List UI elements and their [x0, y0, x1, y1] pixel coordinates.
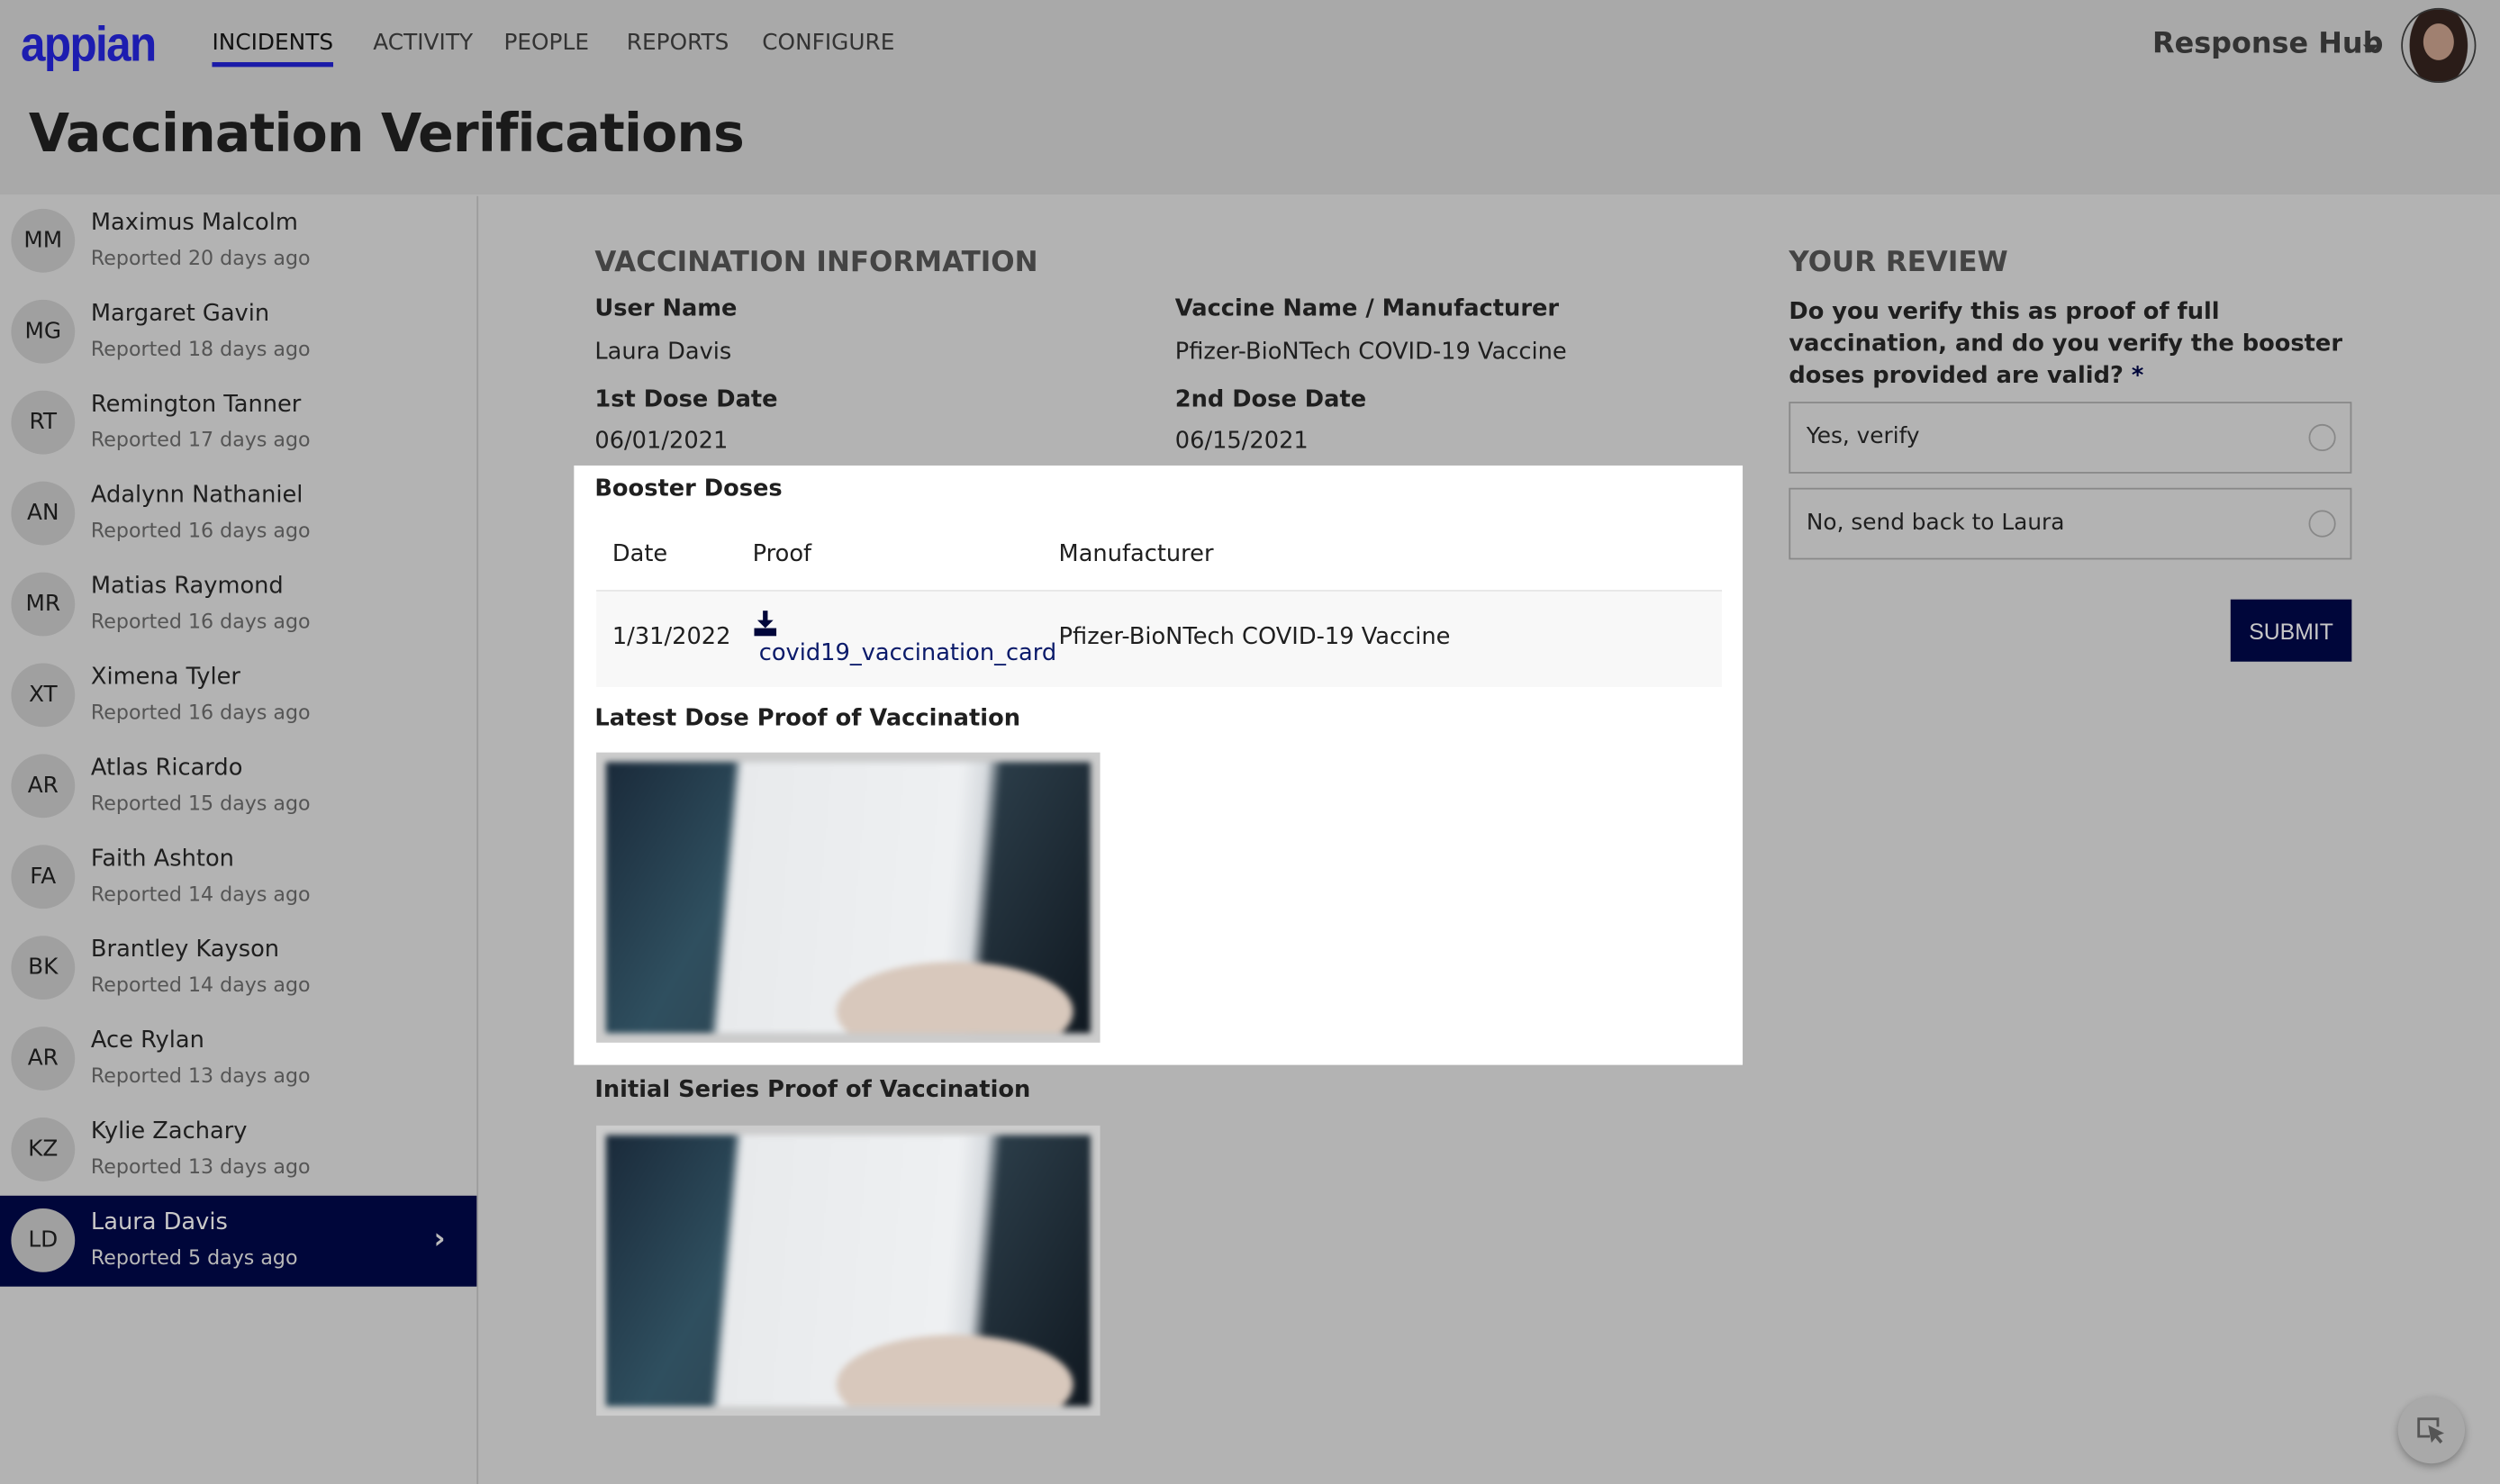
vaccine-value: Pfizer-BioNTech COVID-19 Vaccine: [1174, 339, 1567, 366]
section-title-vaccination-info: VACCINATION INFORMATION: [594, 247, 1038, 279]
initials-avatar: FA: [11, 845, 76, 909]
sidebar-item[interactable]: MG Margaret Gavin Reported 18 days ago: [0, 287, 476, 378]
chevron-right-icon: ›: [433, 1222, 446, 1257]
person-name: Atlas Ricardo: [90, 756, 243, 782]
reported-time: Reported 20 days ago: [90, 245, 311, 270]
dose2-label: 2nd Dose Date: [1174, 387, 1367, 413]
person-name: Adalynn Nathaniel: [90, 483, 303, 509]
sidebar-item[interactable]: AR Atlas Ricardo Reported 15 days ago: [0, 741, 476, 832]
initials-avatar: MM: [11, 208, 76, 273]
person-name: Laura Davis: [90, 1209, 228, 1236]
initials-avatar: RT: [11, 390, 76, 455]
initial-proof-label: Initial Series Proof of Vaccination: [594, 1077, 1031, 1104]
sidebar-item[interactable]: AN Adalynn Nathaniel Reported 16 days ag…: [0, 468, 476, 559]
reported-time: Reported 15 days ago: [90, 791, 311, 815]
sidebar-item[interactable]: RT Remington Tanner Reported 17 days ago: [0, 378, 476, 469]
app-root: appian INCIDENTS ACTIVITY PEOPLE REPORTS…: [0, 0, 2500, 1484]
initials-avatar: MG: [11, 299, 76, 364]
latest-proof-image[interactable]: [596, 752, 1101, 1043]
person-name: Kylie Zachary: [90, 1118, 248, 1145]
sidebar-item[interactable]: BK Brantley Kayson Reported 14 days ago: [0, 923, 476, 1014]
vaccine-label: Vaccine Name / Manufacturer: [1174, 296, 1560, 322]
sidebar-item[interactable]: KZ Kylie Zachary Reported 13 days ago: [0, 1105, 476, 1196]
option-yes-verify[interactable]: Yes, verify: [1789, 402, 2352, 474]
submit-button[interactable]: SUBMIT: [2230, 599, 2352, 662]
person-name: Brantley Kayson: [90, 937, 280, 964]
sidebar-item[interactable]: LD Laura Davis Reported 5 days ago ›: [0, 1195, 477, 1287]
option-send-back[interactable]: No, send back to Laura: [1789, 487, 2352, 560]
dose2-value: 06/15/2021: [1174, 429, 1309, 455]
select-element-button[interactable]: [2397, 1396, 2466, 1464]
initial-proof-image[interactable]: [596, 1125, 1101, 1416]
reported-time: Reported 13 days ago: [90, 1154, 311, 1179]
reported-time: Reported 13 days ago: [90, 1063, 311, 1088]
reported-time: Reported 14 days ago: [90, 882, 311, 906]
col-header-manufacturer: Manufacturer: [1058, 541, 1214, 568]
initials-avatar: KZ: [11, 1118, 76, 1181]
initials-avatar: AR: [11, 754, 76, 819]
page-title: Vaccination Verifications: [28, 102, 745, 165]
sidebar: MM Maximus Malcolm Reported 20 days ago M…: [0, 195, 479, 1484]
person-name: Matias Raymond: [90, 574, 284, 600]
required-mark: *: [2131, 363, 2144, 389]
sidebar-item[interactable]: AR Ace Rylan Reported 13 days ago: [0, 1014, 476, 1105]
person-name: Remington Tanner: [90, 392, 302, 418]
radio-button[interactable]: [2308, 510, 2336, 538]
person-name: Maximus Malcolm: [90, 210, 298, 237]
site-menu[interactable]: Response Hub: [2152, 27, 2383, 60]
proof-file-link[interactable]: covid19_vaccination_card: [759, 641, 1056, 666]
person-name: Margaret Gavin: [90, 301, 270, 327]
col-header-date: Date: [611, 541, 668, 568]
nav-activity[interactable]: ACTIVITY: [373, 31, 473, 56]
booster-date: 1/31/2022: [611, 624, 731, 651]
nav-reports[interactable]: REPORTS: [627, 31, 729, 56]
user-name-value: Laura Davis: [594, 339, 732, 366]
sidebar-item[interactable]: XT Ximena Tyler Reported 16 days ago: [0, 650, 476, 741]
initials-avatar: XT: [11, 663, 76, 728]
reported-time: Reported 17 days ago: [90, 427, 311, 452]
user-name-label: User Name: [594, 296, 738, 322]
initials-avatar: BK: [11, 936, 76, 1000]
active-tab-indicator: [212, 62, 334, 68]
latest-proof-label: Latest Dose Proof of Vaccination: [594, 706, 1021, 732]
nav-configure[interactable]: CONFIGURE: [762, 31, 894, 56]
appian-logo[interactable]: appian: [21, 16, 157, 74]
sidebar-item[interactable]: MM Maximus Malcolm Reported 20 days ago: [0, 196, 476, 287]
option-label: No, send back to Laura: [1806, 510, 2065, 536]
dose1-value: 06/01/2021: [594, 429, 729, 455]
nav-incidents[interactable]: INCIDENTS: [212, 31, 333, 56]
radio-button[interactable]: [2308, 423, 2336, 452]
initials-avatar: AR: [11, 1027, 76, 1090]
review-title: YOUR REVIEW: [1789, 247, 2008, 279]
sidebar-item[interactable]: MR Matias Raymond Reported 16 days ago: [0, 559, 476, 650]
reported-time: Reported 16 days ago: [90, 518, 311, 542]
col-header-proof: Proof: [752, 541, 812, 568]
booster-manufacturer: Pfizer-BioNTech COVID-19 Vaccine: [1058, 624, 1451, 651]
reported-time: Reported 14 days ago: [90, 972, 311, 997]
caret-down-icon[interactable]: [2362, 44, 2379, 53]
user-avatar[interactable]: [2401, 7, 2477, 84]
initials-avatar: MR: [11, 572, 76, 637]
person-name: Ace Rylan: [90, 1027, 204, 1054]
dose1-label: 1st Dose Date: [594, 387, 778, 413]
reported-time: Reported 16 days ago: [90, 609, 311, 633]
reported-time: Reported 16 days ago: [90, 700, 311, 724]
person-name: Ximena Tyler: [90, 665, 240, 691]
nav-people[interactable]: PEOPLE: [503, 31, 589, 56]
question-text: Do you verify this as proof of full vacc…: [1789, 299, 2343, 389]
reported-time: Reported 5 days ago: [90, 1244, 298, 1270]
sidebar-item[interactable]: FA Faith Ashton Reported 14 days ago: [0, 832, 476, 923]
initials-avatar: AN: [11, 481, 76, 546]
header: appian INCIDENTS ACTIVITY PEOPLE REPORTS…: [0, 0, 2500, 195]
reported-time: Reported 18 days ago: [90, 336, 311, 361]
booster-title: Booster Doses: [594, 476, 783, 502]
option-label: Yes, verify: [1806, 423, 1920, 450]
review-question: Do you verify this as proof of full vacc…: [1789, 296, 2362, 392]
download-icon[interactable]: [754, 611, 777, 637]
person-name: Faith Ashton: [90, 846, 234, 873]
cursor-select-icon: [2417, 1417, 2445, 1444]
initials-avatar: LD: [11, 1208, 76, 1272]
